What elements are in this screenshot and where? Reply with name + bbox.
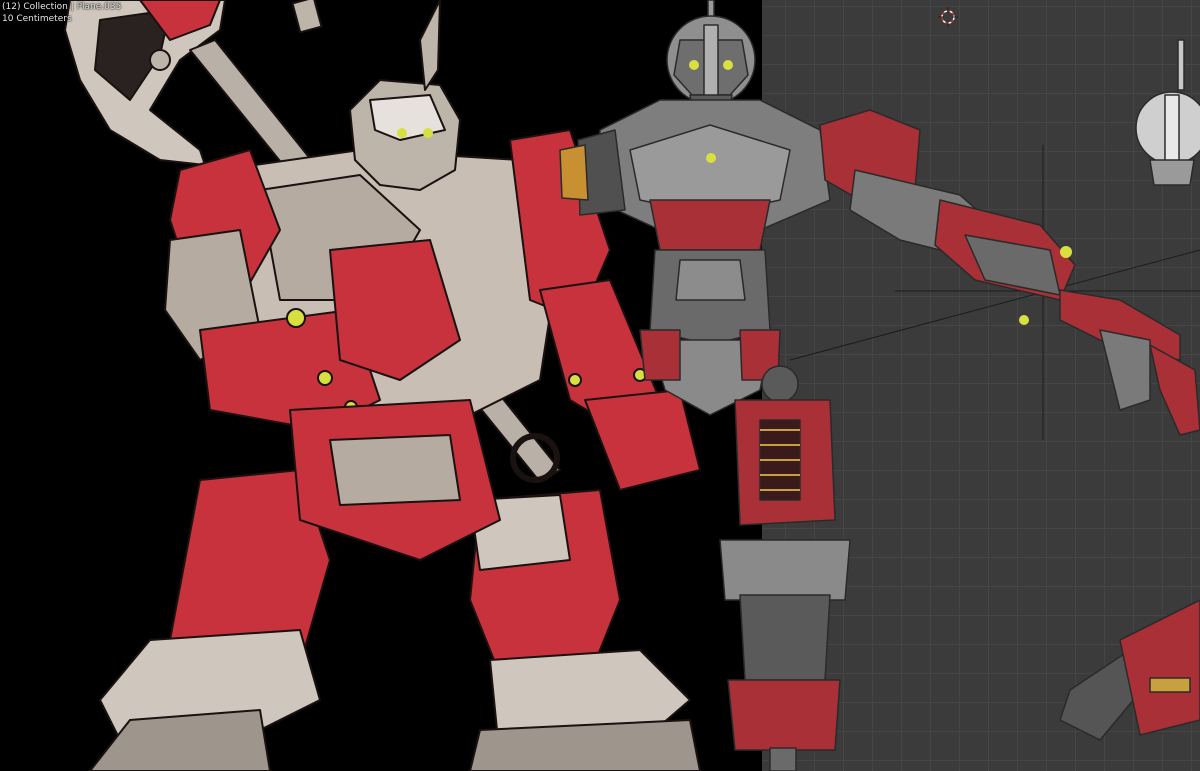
model-weapon-part[interactable] bbox=[1059, 599, 1200, 741]
scene-canvas bbox=[64, 0, 1200, 771]
model-arm[interactable] bbox=[819, 109, 1200, 436]
concept-art-robot bbox=[64, 0, 701, 771]
3d-cursor-icon[interactable] bbox=[938, 7, 958, 27]
3d-viewport[interactable]: (12) Collection | Plane.035 10 Centimete… bbox=[0, 0, 1200, 771]
3d-robot-model[interactable] bbox=[559, 0, 1200, 771]
model-leg[interactable] bbox=[719, 365, 851, 771]
model-head-preview[interactable] bbox=[1135, 39, 1200, 186]
collection-info-text: (12) Collection | Plane.035 bbox=[2, 2, 122, 12]
viewport-info-overlay: (12) Collection | Plane.035 10 Centimete… bbox=[2, 1, 121, 25]
scale-info-text: 10 Centimeters bbox=[2, 14, 72, 24]
